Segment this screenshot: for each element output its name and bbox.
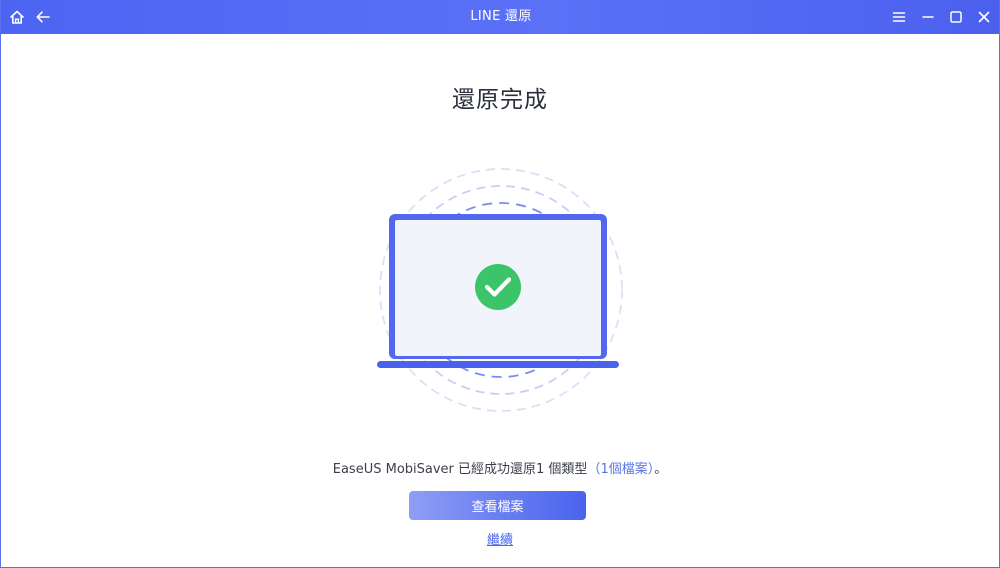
summary-suffix: 。 (654, 462, 668, 477)
menu-icon[interactable] (887, 5, 911, 29)
page-title: 還原完成 (452, 87, 548, 113)
restore-complete-illustration (373, 165, 629, 421)
app-name: EaseUS MobiSaver (332, 462, 454, 477)
success-check-icon (475, 264, 521, 310)
file-count-text: （1個檔案） (587, 462, 655, 477)
app-window: LINE 還原 還原完成 EaseUS MobiSaver 已經成功還原1 個類… (0, 0, 1000, 568)
restore-summary: EaseUS MobiSaver 已經成功還原1 個類型（1個檔案）。 (1, 458, 999, 477)
summary-text: 已經成功還原1 個類型 (453, 462, 588, 477)
window-title: LINE 還原 (470, 9, 532, 24)
continue-link[interactable]: 繼續 (487, 533, 513, 548)
laptop-success-graphic (377, 168, 623, 412)
title-bar: LINE 還原 (1, 0, 999, 34)
close-icon[interactable] (972, 5, 996, 29)
minimize-icon[interactable] (916, 5, 940, 29)
maximize-icon[interactable] (944, 5, 968, 29)
view-files-button[interactable]: 查看檔案 (409, 491, 586, 520)
continue-link-container: 繼續 (1, 529, 999, 548)
laptop-base (377, 361, 619, 368)
